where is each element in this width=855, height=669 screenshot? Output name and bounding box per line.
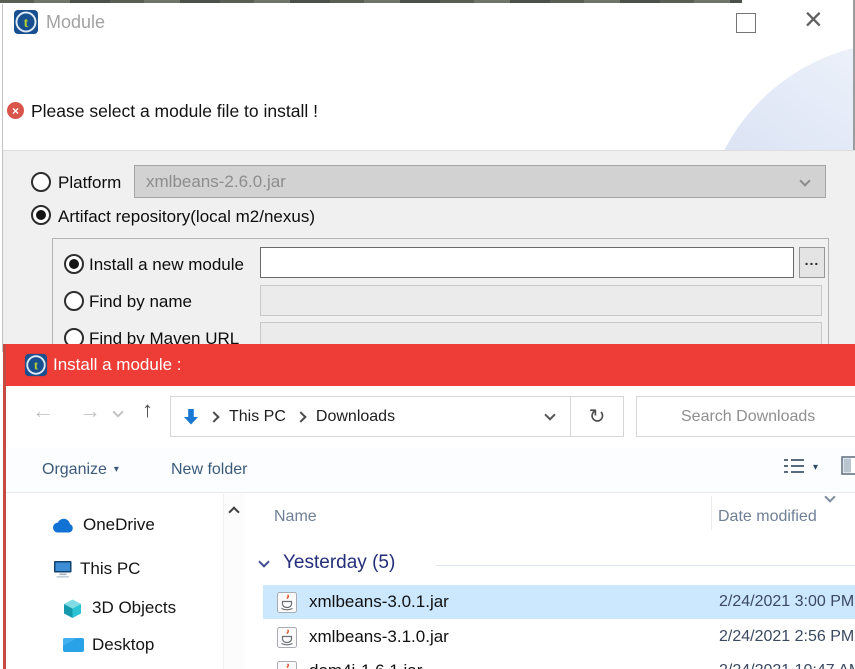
group-collapse-chevron-icon[interactable] <box>258 556 270 568</box>
sort-chevron-icon[interactable] <box>824 491 836 503</box>
sidebar-item-3d-objects[interactable]: 3D Objects <box>6 590 222 626</box>
dialog-toolbar <box>6 448 855 493</box>
forward-button[interactable]: → <box>79 400 101 422</box>
back-button[interactable]: ← <box>32 400 54 422</box>
breadcrumb-chevron-icon <box>295 410 307 423</box>
breadcrumb-downloads[interactable]: Downloads <box>316 408 395 426</box>
top-screen-artifact <box>0 0 742 3</box>
sidebar-scrollbar[interactable] <box>223 494 245 669</box>
error-message: Please select a module file to install ! <box>31 101 318 121</box>
organize-caret-icon: ▾ <box>113 464 119 475</box>
module-file-input[interactable] <box>260 247 794 278</box>
error-icon: × <box>7 102 24 119</box>
module-window-left-border <box>2 4 3 352</box>
new-folder-button[interactable]: New folder <box>171 448 247 492</box>
recent-locations-chevron-icon[interactable] <box>112 406 124 418</box>
view-dropdown-chevron-icon[interactable]: ▾ <box>813 463 818 473</box>
scroll-up-arrow-icon[interactable] <box>228 506 240 518</box>
breadcrumb-chevron-icon <box>208 410 220 423</box>
combobox-chevron-down-icon <box>799 175 811 187</box>
artifact-repository-radio[interactable] <box>31 205 51 225</box>
search-input[interactable] <box>679 406 855 427</box>
platform-label: Platform <box>58 173 122 192</box>
jar-file-icon <box>277 592 297 613</box>
find-by-name-label: Find by name <box>89 292 192 311</box>
column-header-name[interactable]: Name <box>274 508 317 526</box>
address-bar: This PC Downloads ↻ <box>170 396 624 437</box>
svg-text:t: t <box>34 358 39 373</box>
dialog-title: Install a module : <box>53 355 182 374</box>
preview-pane-icon[interactable] <box>841 456 855 475</box>
breadcrumb: This PC Downloads <box>171 397 530 436</box>
organize-button[interactable]: Organize ▾ <box>42 448 119 492</box>
find-by-name-radio[interactable] <box>64 291 84 311</box>
address-dropdown-chevron-icon[interactable] <box>530 397 570 436</box>
close-button[interactable]: × <box>804 1 823 38</box>
view-list-icon[interactable] <box>784 458 804 474</box>
onedrive-cloud-icon <box>52 518 73 533</box>
find-by-name-input <box>260 285 822 316</box>
downloads-icon <box>184 408 198 424</box>
sidebar-item-desktop[interactable]: Desktop <box>6 627 222 663</box>
jar-file-icon <box>277 661 297 669</box>
artifact-repository-label: Artifact repository(local m2/nexus) <box>58 207 315 226</box>
dialog-app-icon: t <box>24 353 48 377</box>
platform-combobox-value: xmlbeans-2.6.0.jar <box>146 171 286 191</box>
app-icon: t <box>14 10 38 34</box>
sidebar-item-this-pc[interactable]: This PC <box>6 551 222 587</box>
column-divider <box>711 496 712 530</box>
platform-radio[interactable] <box>31 172 51 192</box>
refresh-button[interactable]: ↻ <box>570 397 623 436</box>
install-module-dialog: t Install a module : ← → ↑ This PC Downl… <box>3 344 855 669</box>
file-row[interactable]: dom4j-1.6.1.jar 2/24/2021 10:47 AM <box>263 654 855 669</box>
group-header[interactable]: Yesterday (5) <box>283 552 395 574</box>
maximize-button[interactable] <box>736 13 756 33</box>
svg-text:t: t <box>24 16 29 31</box>
screen: t Module × × Please select a module file… <box>0 0 855 669</box>
jar-file-icon <box>277 627 297 648</box>
cube-icon <box>64 599 81 618</box>
file-row[interactable]: xmlbeans-3.1.0.jar 2/24/2021 2:56 PM <box>263 620 855 654</box>
platform-combobox: xmlbeans-2.6.0.jar <box>134 165 826 198</box>
up-button[interactable]: ↑ <box>142 399 153 421</box>
sidebar-item-onedrive[interactable]: OneDrive <box>6 507 222 543</box>
column-header-date-modified[interactable]: Date modified <box>718 508 817 526</box>
computer-icon <box>54 561 72 578</box>
breadcrumb-this-pc[interactable]: This PC <box>229 408 286 426</box>
browse-button[interactable]: ... <box>799 247 825 278</box>
search-box <box>636 396 855 437</box>
group-header-line <box>436 565 855 566</box>
desktop-icon <box>63 638 84 652</box>
install-new-module-radio[interactable] <box>64 254 84 274</box>
install-new-module-label: Install a new module <box>89 255 244 274</box>
module-window-title: Module <box>46 12 106 32</box>
file-row-selected[interactable]: xmlbeans-3.0.1.jar 2/24/2021 3:00 PM <box>263 585 855 619</box>
